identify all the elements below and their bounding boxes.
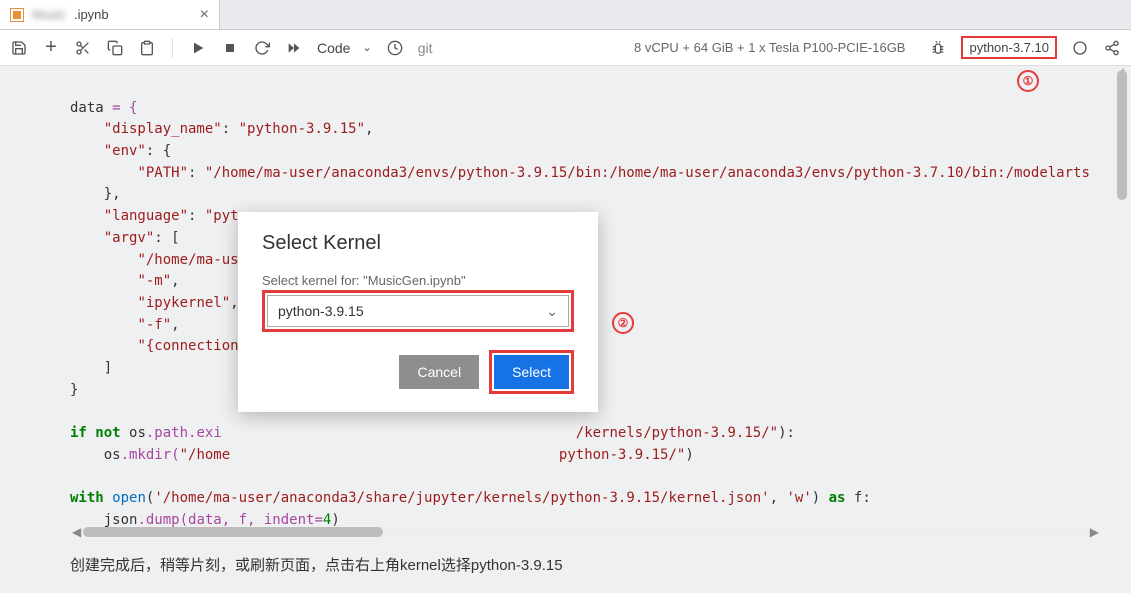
cell-type-select[interactable]: Code ⌄ xyxy=(317,40,372,56)
chevron-down-icon: ⌄ xyxy=(362,41,371,54)
run-icon[interactable] xyxy=(189,39,207,57)
cut-icon[interactable] xyxy=(74,39,92,57)
stop-icon[interactable] xyxy=(221,39,239,57)
clock-icon[interactable] xyxy=(386,39,404,57)
kernel-indicator[interactable]: python-3.7.10 xyxy=(961,36,1057,59)
restart-icon[interactable] xyxy=(253,39,271,57)
horizontal-scrollbar[interactable]: ◀ ▶ xyxy=(70,525,1101,539)
toolbar: + Code ⌄ git 8 vCPU + 64 GiB + 1 x Tesla… xyxy=(0,30,1131,66)
notebook-icon xyxy=(10,8,24,22)
save-icon[interactable] xyxy=(10,39,28,57)
dialog-subtitle: Select kernel for: "MusicGen.ipynb" xyxy=(262,273,574,288)
tab-bar: Music .ipynb × xyxy=(0,0,1131,30)
hardware-info: 8 vCPU + 64 GiB + 1 x Tesla P100-PCIE-16… xyxy=(634,40,905,55)
kernel-select[interactable]: python-3.9.15 ⌄ xyxy=(267,295,569,327)
select-button-highlight: Select xyxy=(489,350,574,394)
scroll-thumb[interactable] xyxy=(83,527,383,537)
add-cell-icon[interactable]: + xyxy=(42,39,60,57)
annotation-2: ② xyxy=(612,312,634,334)
select-kernel-dialog: Select Kernel Select kernel for: "MusicG… xyxy=(238,212,598,412)
dialog-title: Select Kernel xyxy=(262,232,574,255)
chevron-down-icon: ⌄ xyxy=(546,303,558,320)
kernel-select-value: python-3.9.15 xyxy=(278,303,364,319)
select-button[interactable]: Select xyxy=(494,355,569,389)
kernel-status-icon xyxy=(1071,39,1089,57)
notebook-filename-blurred: Music xyxy=(32,7,66,22)
kernel-name: python-3.7.10 xyxy=(969,40,1049,55)
close-icon[interactable]: × xyxy=(200,6,209,24)
dialog-buttons: Cancel Select xyxy=(262,350,574,394)
scroll-right-icon[interactable]: ▶ xyxy=(1088,525,1101,539)
vertical-scroll-thumb[interactable] xyxy=(1117,70,1127,200)
scroll-track[interactable] xyxy=(83,527,1088,537)
paste-icon[interactable] xyxy=(138,39,156,57)
cell-type-label: Code xyxy=(317,40,350,56)
cancel-button[interactable]: Cancel xyxy=(399,355,479,389)
bug-icon[interactable] xyxy=(929,39,947,57)
copy-icon[interactable] xyxy=(106,39,124,57)
run-all-icon[interactable] xyxy=(285,39,303,57)
notebook-filename-suffix: .ipynb xyxy=(74,7,109,22)
instruction-text: 创建完成后，稍等片刻，或刷新页面，点击右上角kernel选择python-3.9… xyxy=(70,554,563,575)
git-label[interactable]: git xyxy=(418,40,433,56)
scroll-left-icon[interactable]: ◀ xyxy=(70,525,83,539)
kernel-select-highlight: python-3.9.15 ⌄ xyxy=(262,290,574,332)
notebook-tab[interactable]: Music .ipynb × xyxy=(0,0,220,29)
share-icon[interactable] xyxy=(1103,39,1121,57)
